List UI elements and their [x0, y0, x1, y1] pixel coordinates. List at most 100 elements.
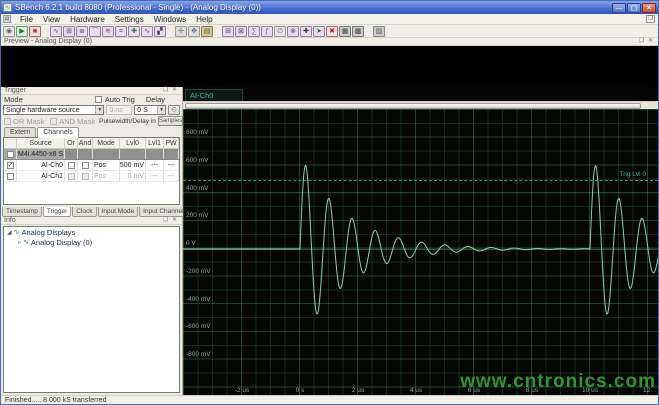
channel-tab-bar: AI-Ch0 [183, 87, 658, 101]
wave-tool-icon[interactable]: ∿ [141, 26, 153, 37]
trigger-caption-bar: Trigger ❏ ✕ [1, 87, 182, 95]
delete-icon[interactable]: ✖ [326, 26, 338, 37]
mark-icon[interactable]: ⊗ [287, 26, 299, 37]
menu-settings[interactable]: Settings [110, 15, 149, 24]
restore-window-icon[interactable]: ❐ [646, 15, 655, 23]
table-header-row: Source Or And Mode Lvl0 Lvl1 PW [4, 138, 179, 149]
app-window: ∿ SBench 6.2.1 build 8080 (Professional … [0, 0, 659, 405]
calc-icon[interactable]: ∑ [248, 26, 260, 37]
trigger-panel-title: Trigger [4, 87, 161, 94]
mode-label: Mode [4, 95, 23, 104]
jump-icon[interactable]: ➤ [313, 26, 325, 37]
table-row-ch0[interactable]: ✓ AI-Ch0 Pos 500 mV --- --- [4, 160, 179, 171]
delay-aux-field: 0 ns [106, 105, 132, 115]
trigger-channel-table: Source Or And Mode Lvl0 Lvl1 PW M4i.4450… [3, 137, 180, 205]
info-panel-title: Info [4, 217, 161, 224]
grid-view-icon[interactable]: ▩ [352, 26, 364, 37]
or-mask-label: OR Mask [13, 117, 44, 126]
trigger-panel: Trigger ❏ ✕ Mode Auto Trig Delay Single … [1, 87, 183, 395]
auto-trig-checkbox[interactable] [95, 96, 102, 103]
tab-input-mode[interactable]: Input Mode [98, 207, 139, 217]
tree-item-analog-display-0[interactable]: ▹ ∿ Analog Display (0) [4, 237, 179, 247]
add-channel-icon[interactable]: ✚ [128, 26, 140, 37]
pulsewidth-label: Pulsewidth/Delay in [99, 118, 156, 125]
channel-tab-ai-ch0[interactable]: AI-Ch0 [185, 89, 243, 101]
horizontal-scrollbar[interactable] [183, 101, 658, 109]
table-view-icon[interactable]: ▦ [339, 26, 351, 37]
expander-icon[interactable]: ▹ [18, 239, 21, 246]
run-once-icon[interactable]: ◉ [3, 26, 15, 37]
delay-label: Delay [146, 95, 165, 104]
settings-view-icon[interactable]: ▨ [373, 26, 385, 37]
delay-select[interactable]: 0 S ▼ [134, 105, 166, 115]
title-bar: ∿ SBench 6.2.1 build 8080 (Professional … [1, 1, 658, 14]
export-icon[interactable]: ⊠ [235, 26, 247, 37]
waterfall-display-icon[interactable]: ≋ [102, 26, 114, 37]
delay-options-button[interactable]: ◴ [168, 105, 180, 115]
crosshair-icon[interactable]: ✚ [300, 26, 312, 37]
menu-view[interactable]: View [38, 15, 65, 24]
pulsewidth-unit-button[interactable]: Samples [158, 116, 183, 126]
ch1-enable-checkbox[interactable] [7, 173, 14, 180]
chevron-down-icon[interactable]: ▼ [95, 106, 103, 114]
tab-clock[interactable]: Clock [72, 207, 96, 217]
float-panel-icon[interactable]: ❏ [637, 38, 646, 45]
ch0-enable-checkbox[interactable]: ✓ [7, 162, 14, 169]
auto-trig-label: Auto Trig [105, 95, 135, 104]
close-button[interactable]: ✕ [642, 3, 656, 13]
close-panel-icon[interactable]: ✕ [646, 38, 655, 45]
maximize-button[interactable]: ▢ [627, 3, 641, 13]
and-mask-label: AND Mask [59, 117, 95, 126]
status-bar: Finished......8.000 kS transferred [1, 395, 658, 404]
plot-area[interactable]: Trig Lvl 0 www.cntronics.com 800 mV600 m… [183, 109, 658, 395]
app-icon: ∿ [3, 3, 12, 12]
expander-icon[interactable]: ◢ [7, 229, 12, 236]
chart-tool-icon[interactable]: ▞ [154, 26, 166, 37]
tab-channels[interactable]: Channels [37, 127, 79, 138]
menu-bar: ▤ File View Hardware Settings Windows He… [1, 14, 658, 25]
start-acquisition-icon[interactable]: ▶ [16, 26, 28, 37]
import-icon[interactable]: ⊞ [222, 26, 234, 37]
tree-item-analog-displays[interactable]: ◢ ∿ Analog Displays [4, 227, 179, 237]
minimize-button[interactable]: — [612, 3, 626, 13]
fft-icon[interactable]: ƒ [261, 26, 273, 37]
preview-title: Preview - Analog Display (0) [4, 38, 637, 45]
menu-file[interactable]: File [15, 15, 38, 24]
ch0-or-checkbox[interactable] [68, 162, 75, 169]
ch0-and-checkbox[interactable] [82, 162, 89, 169]
waveform-icon: ∿ [14, 228, 20, 236]
analog-display-area: AI-Ch0 Trig Lvl 0 www.cntronics.com 800 … [183, 87, 658, 395]
stop-acquisition-icon[interactable]: ■ [29, 26, 41, 37]
and-mask-checkbox [50, 118, 57, 125]
tab-extern[interactable]: Extern [4, 127, 36, 137]
digital-display-icon[interactable]: ≣ [76, 26, 88, 37]
null-signal-icon[interactable]: ∅ [274, 26, 286, 37]
window-title: SBench 6.2.1 build 8080 (Professional - … [15, 3, 612, 12]
pan-icon[interactable]: ✥ [188, 26, 200, 37]
close-panel-icon[interactable]: ✕ [170, 87, 179, 94]
trigger-mode-select[interactable]: Single hardware source ▼ [3, 105, 104, 115]
spectrum-display-icon[interactable]: ⌒ [89, 26, 101, 37]
ch1-and-checkbox [82, 173, 89, 180]
table-row-ch1[interactable]: AI-Ch1 Pos 0 mV --- --- [4, 171, 179, 182]
new-display-icon[interactable]: ⊞ [63, 26, 75, 37]
close-panel-icon[interactable]: ✕ [170, 217, 179, 224]
save-icon[interactable]: ▤ [201, 26, 213, 37]
preview-display[interactable] [1, 46, 658, 87]
card-checkbox[interactable] [7, 151, 14, 158]
float-panel-icon[interactable]: ❏ [161, 217, 170, 224]
tab-timestamp[interactable]: Timestamp [2, 207, 42, 217]
xy-display-icon[interactable]: ⌗ [115, 26, 127, 37]
cursor-icon[interactable]: ✛ [175, 26, 187, 37]
tab-trigger[interactable]: Trigger [43, 207, 71, 217]
toolbar: ◉▶■∿⊞≣⌒≋⌗✚∿▞✛✥▤⊞⊠∑ƒ∅⊗✚➤✖▦▩▨ [1, 25, 658, 38]
table-row-card[interactable]: M4i.4450-x8 S... [4, 149, 179, 160]
menu-help[interactable]: Help [191, 15, 217, 24]
waveform-icon: ∿ [23, 238, 29, 246]
chevron-down-icon[interactable]: ▼ [157, 106, 165, 114]
menu-windows[interactable]: Windows [149, 15, 191, 24]
menu-hardware[interactable]: Hardware [65, 15, 110, 24]
analog-display-icon[interactable]: ∿ [50, 26, 62, 37]
float-panel-icon[interactable]: ❏ [161, 87, 170, 94]
waveform-trace [183, 109, 658, 395]
